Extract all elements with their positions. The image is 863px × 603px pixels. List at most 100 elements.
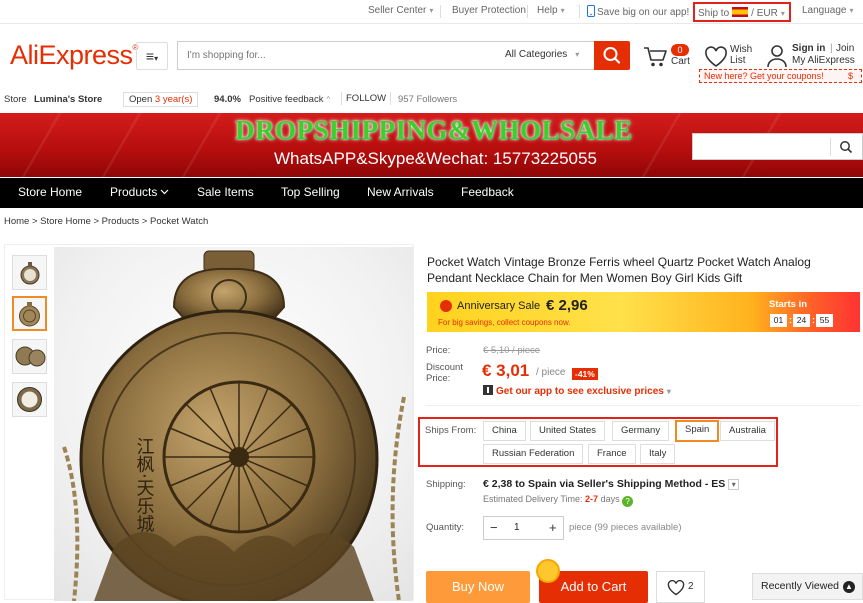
store-name[interactable]: Lumina's Store [34, 94, 102, 105]
chevron-down-icon: ▾ [666, 387, 671, 396]
store-nav: Store Home Products Sale Items Top Selli… [0, 178, 863, 208]
ships-from-italy[interactable]: Italy [640, 444, 676, 464]
wish-list-label: Wish List [730, 44, 753, 66]
discount-badge: -41% [572, 368, 598, 380]
logo-text: AliExpress [10, 40, 133, 70]
feedback-percentage: 94.0% [214, 94, 241, 105]
search-button[interactable] [594, 41, 630, 70]
banner-stripe [641, 113, 682, 177]
discount-label-line2: Price: [426, 373, 451, 384]
search-icon [603, 47, 621, 64]
cart-icon [644, 47, 667, 67]
gallery-thumbnail[interactable] [12, 255, 47, 290]
aliexpress-logo[interactable]: AliExpress® [10, 40, 138, 71]
gallery-thumbnail[interactable] [12, 339, 47, 374]
price-unit: / piece [536, 367, 566, 378]
chevron-up-icon: ^ [326, 95, 331, 104]
seller-center-link[interactable]: Seller Center ▾ [368, 5, 433, 16]
shipping-method-text: € 2,38 to Spain via Seller's Shipping Me… [483, 478, 726, 490]
cart-button[interactable]: 0 Cart [643, 44, 693, 70]
quantity-available: piece (99 pieces available) [569, 522, 682, 533]
app-promo-link[interactable]: Save big on our app! [587, 5, 689, 18]
timer-seconds: 55 [816, 314, 833, 327]
gallery-thumbnail[interactable] [12, 382, 47, 417]
chevron-down-icon: ▾ [849, 6, 854, 15]
main-product-image[interactable]: 江枫·天乐城 [54, 247, 413, 601]
nav-store-home[interactable]: Store Home [18, 185, 82, 199]
pocket-watch-thumbnail-image [20, 262, 40, 285]
ships-from-australia[interactable]: Australia [720, 421, 775, 441]
nav-top-selling[interactable]: Top Selling [281, 185, 340, 199]
banner-stripe [181, 113, 222, 177]
quantity-stepper: − 1 + [483, 516, 564, 540]
ship-to-selector[interactable]: Ship to / EUR ▾ [693, 2, 791, 22]
nav-new-arrivals[interactable]: New Arrivals [367, 185, 434, 199]
buy-now-button[interactable]: Buy Now [426, 571, 530, 603]
store-open-prefix: Open [129, 94, 153, 105]
help-label: Help [537, 5, 558, 16]
quantity-decrease-button[interactable]: − [490, 520, 498, 535]
quantity-increase-button[interactable]: + [549, 520, 557, 535]
chevron-down-icon [160, 189, 169, 195]
chevron-down-icon: ▾ [560, 6, 565, 15]
all-categories-dropdown[interactable]: All Categories ▾ [505, 49, 579, 60]
timer-separator: : [789, 315, 792, 325]
original-price: € 5,10 / piece [483, 345, 541, 356]
buyer-protection-link[interactable]: Buyer Protection [452, 5, 526, 16]
join-link[interactable]: Join [836, 43, 854, 54]
divider [579, 5, 580, 18]
new-user-coupon-banner[interactable]: New here? Get your coupons! $ [699, 69, 862, 83]
shipping-method-selector[interactable]: € 2,38 to Spain via Seller's Shipping Me… [483, 478, 740, 490]
ships-from-united-states[interactable]: United States [530, 421, 606, 441]
divider: | [830, 43, 833, 54]
pocket-watch-thumbnail-image [15, 346, 46, 367]
timer-separator: : [812, 315, 815, 325]
qr-code-icon [483, 385, 493, 395]
banner-subtitle: WhatsAPP&Skype&Wechat: 15773225055 [274, 149, 597, 168]
help-icon[interactable]: ? [622, 496, 634, 507]
delivery-days-unit: days [600, 494, 620, 504]
add-to-wishlist-button[interactable]: 2 [656, 571, 705, 603]
app-exclusive-price-label: Get our app to see exclusive prices [496, 386, 664, 397]
banner-stripe [21, 113, 62, 177]
nav-sale-items[interactable]: Sale Items [197, 185, 254, 199]
help-link[interactable]: Help ▾ [537, 5, 565, 16]
nav-products-label: Products [110, 185, 158, 199]
delivery-days: 2-7 [585, 494, 599, 504]
search-input[interactable] [178, 42, 478, 69]
sale-subtitle: For big savings, collect coupons now. [438, 318, 571, 327]
store-open-years: 3 year(s) [154, 94, 193, 105]
ships-from-spain[interactable]: Spain [675, 420, 720, 442]
cart-count-badge: 0 [671, 44, 689, 56]
sale-icon [440, 300, 452, 312]
ships-from-russian-federation[interactable]: Russian Federation [483, 444, 584, 464]
phone-icon [587, 5, 595, 17]
nav-feedback[interactable]: Feedback [461, 185, 514, 199]
language-selector[interactable]: Language ▾ [802, 5, 854, 16]
store-open-badge: Open 3 year(s) [123, 92, 199, 107]
search-icon[interactable] [839, 140, 853, 154]
ships-from-china[interactable]: China [483, 421, 526, 441]
ships-from-germany[interactable]: Germany [612, 421, 670, 441]
follow-button[interactable]: FOLLOW [341, 92, 392, 105]
divider [440, 5, 441, 18]
recently-viewed-toggle[interactable]: Recently Viewed ▲ [752, 573, 863, 600]
breadcrumb[interactable]: Home > Store Home > Products > Pocket Wa… [4, 216, 208, 227]
nav-products[interactable]: Products [110, 185, 169, 199]
sign-in-link[interactable]: Sign in [792, 43, 825, 54]
store-search-box[interactable] [692, 133, 863, 160]
pocket-watch-thumbnail-image [17, 387, 42, 412]
gallery-thumbnail-selected[interactable] [12, 296, 47, 331]
positive-feedback-dropdown[interactable]: Positive feedback ^ [249, 94, 330, 105]
category-menu-button[interactable]: ≡▾ [136, 42, 168, 70]
chevron-down-icon: ▾ [154, 54, 159, 63]
cart-label: Cart [671, 56, 690, 67]
ships-from-france[interactable]: France [588, 444, 636, 464]
coin-icon [538, 561, 558, 581]
wish-list-button[interactable]: Wish List [704, 44, 760, 70]
sale-price: € 2,96 [546, 297, 588, 314]
quantity-input[interactable]: 1 [514, 522, 520, 533]
my-aliexpress-link[interactable]: My AliExpress [792, 55, 855, 66]
hamburger-icon: ≡ [145, 48, 155, 64]
app-exclusive-price-link[interactable]: Get our app to see exclusive prices ▾ [483, 385, 671, 397]
